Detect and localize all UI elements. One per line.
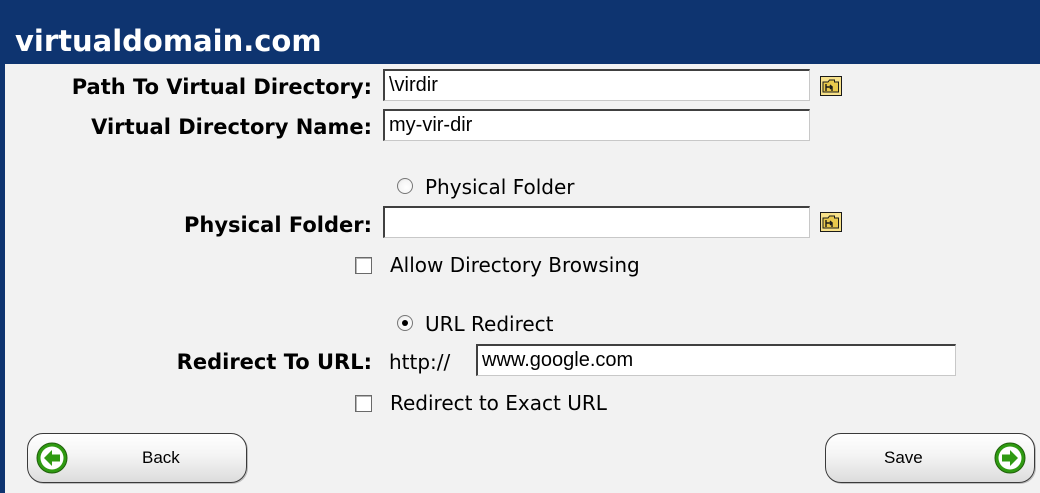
save-button[interactable]: Save bbox=[825, 433, 1035, 483]
exact-url-label: Redirect to Exact URL bbox=[390, 391, 607, 415]
window-title: virtualdomain.com bbox=[15, 24, 322, 58]
back-button[interactable]: Back bbox=[27, 433, 247, 483]
physical-folder-radio[interactable] bbox=[397, 178, 413, 194]
redirect-url-input[interactable]: www.google.com bbox=[476, 344, 956, 376]
browse-folder-icon[interactable] bbox=[820, 76, 842, 96]
url-prefix: http:// bbox=[389, 350, 451, 374]
dialog-frame: virtualdomain.com Path To Virtual Direct… bbox=[0, 0, 1040, 493]
title-bar: virtualdomain.com bbox=[5, 0, 1040, 64]
physical-folder-option-label: Physical Folder bbox=[425, 175, 575, 199]
name-label: Virtual Directory Name: bbox=[91, 115, 372, 139]
radio-selected-dot bbox=[402, 320, 408, 326]
save-label: Save bbox=[884, 448, 923, 467]
redirect-url-label: Redirect To URL: bbox=[176, 350, 372, 374]
arrow-right-icon bbox=[994, 442, 1026, 474]
browse-folder-icon[interactable] bbox=[820, 212, 842, 232]
back-label: Back bbox=[142, 448, 180, 467]
path-input[interactable]: \virdir bbox=[383, 69, 810, 101]
physical-folder-label: Physical Folder: bbox=[183, 213, 372, 237]
allow-browsing-label: Allow Directory Browsing bbox=[390, 253, 640, 277]
url-redirect-option-label: URL Redirect bbox=[425, 312, 554, 336]
arrow-left-icon bbox=[36, 442, 68, 474]
exact-url-checkbox[interactable] bbox=[355, 395, 372, 412]
physical-folder-input[interactable] bbox=[383, 206, 810, 238]
path-label: Path To Virtual Directory: bbox=[71, 75, 372, 99]
allow-browsing-checkbox[interactable] bbox=[355, 257, 372, 274]
url-redirect-radio[interactable] bbox=[397, 315, 413, 331]
name-input[interactable]: my-vir-dir bbox=[383, 109, 810, 141]
